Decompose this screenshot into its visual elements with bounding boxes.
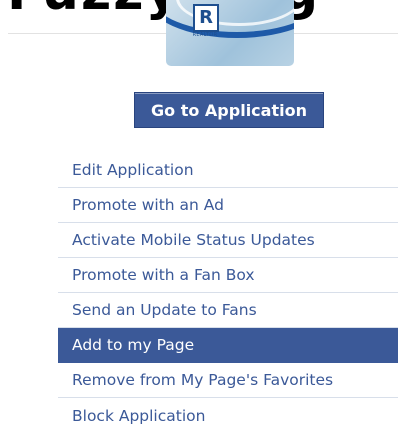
realtor-r-letter: R bbox=[199, 7, 213, 28]
menu-item-activate-mobile-status-updates[interactable]: Activate Mobile Status Updates bbox=[58, 223, 398, 258]
menu-item-label: Block Application bbox=[72, 406, 206, 425]
menu-item-edit-application[interactable]: Edit Application bbox=[58, 153, 398, 188]
menu-item-add-to-my-page[interactable]: Add to my Page bbox=[58, 328, 398, 363]
menu-item-send-update-to-fans[interactable]: Send an Update to Fans bbox=[58, 293, 398, 328]
menu-item-promote-with-fan-box[interactable]: Promote with a Fan Box bbox=[58, 258, 398, 293]
menu-item-block-application[interactable]: Block Application bbox=[58, 398, 398, 433]
menu-item-label: Add to my Page bbox=[72, 336, 195, 354]
page-title-left: Fuzzy bbox=[7, 0, 181, 22]
go-to-application-button[interactable]: Go to Application bbox=[134, 92, 324, 128]
logo-caption: REALTOR bbox=[192, 32, 218, 38]
menu-item-label: Remove from My Page's Favorites bbox=[72, 371, 334, 389]
menu-item-label: Send an Update to Fans bbox=[72, 301, 257, 319]
menu-item-label: Promote with a Fan Box bbox=[72, 266, 255, 284]
realtor-r-icon: R bbox=[193, 4, 219, 32]
app-logo[interactable]: R REALTOR bbox=[166, 0, 294, 66]
menu-item-promote-with-ad[interactable]: Promote with an Ad bbox=[58, 188, 398, 223]
menu-item-label: Activate Mobile Status Updates bbox=[72, 231, 315, 249]
menu-item-remove-from-favorites[interactable]: Remove from My Page's Favorites bbox=[58, 363, 398, 398]
menu-item-label: Promote with an Ad bbox=[72, 196, 224, 214]
application-menu: Edit Application Promote with an Ad Acti… bbox=[58, 153, 398, 433]
menu-item-label: Edit Application bbox=[72, 161, 194, 179]
